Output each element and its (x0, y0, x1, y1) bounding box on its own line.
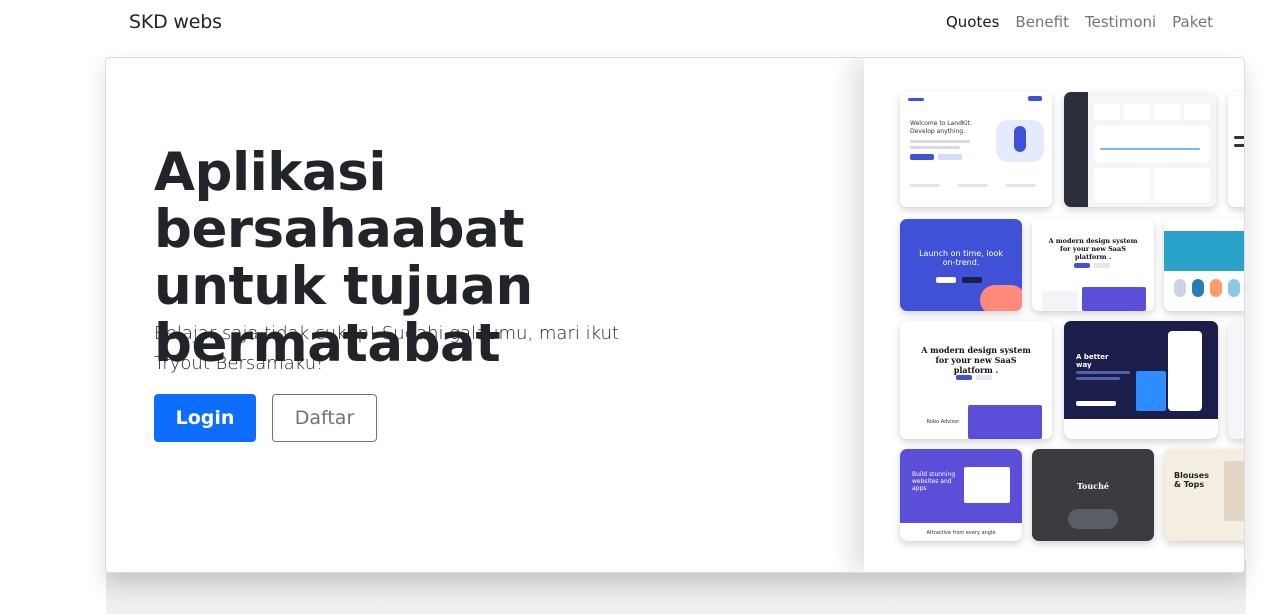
hero-title-line-1: Aplikasi bersahaabat (154, 142, 525, 260)
showcase-tile-fashion: Blouses & Tops (1164, 449, 1244, 541)
login-button[interactable]: Login (154, 394, 256, 442)
showcase-tile-launch: Launch on time, look on-trend. (900, 219, 1022, 311)
navbar: SKD webs Quotes Benefit Testimoni Paket (0, 0, 1282, 46)
nav-link-testimoni[interactable]: Testimoni (1085, 13, 1156, 31)
showcase-tile-partial-1 (1228, 92, 1244, 207)
showcase-tile-landkit-heading: Welcome to LandKit. Develop anything. (910, 120, 972, 135)
hero-card: Aplikasi bersahaabat untuk tujuan bermat… (105, 57, 1245, 573)
showcase-tile-saas-2-footer: Robo Advisor (926, 419, 960, 425)
nav-link-paket[interactable]: Paket (1172, 13, 1213, 31)
showcase-tile-partial-2 (1228, 321, 1244, 439)
nav-link-quotes[interactable]: Quotes (946, 13, 999, 31)
showcase-tile-builder: Build stunning websites and apps Attract… (900, 449, 1022, 541)
showcase-tile-saas-2-heading: A modern design system for your new SaaS… (921, 345, 1031, 375)
brand-logo[interactable]: SKD webs (129, 11, 222, 33)
showcase-tile-restaurant: Touché (1032, 449, 1154, 541)
hero-lead: Belajar saja tidak cukup! Sudahi galaumu… (154, 323, 619, 374)
showcase-tile-dashboard (1064, 92, 1216, 207)
showcase-tile-builder-heading: Build stunning websites and apps (912, 471, 956, 492)
nav-link-benefit[interactable]: Benefit (1015, 13, 1069, 31)
showcase-tile-landkit: Welcome to LandKit. Develop anything. (900, 92, 1052, 207)
showcase-tile-builder-footer: Attractive from every angle (926, 530, 996, 536)
template-showcase-image: Welcome to LandKit. Develop anything. La… (864, 58, 1244, 572)
showcase-tile-dark-app-heading: A better way (1076, 353, 1109, 369)
showcase-tile-saas-2: A modern design system for your new SaaS… (900, 321, 1052, 439)
showcase-tile-restaurant-heading: Touché (1077, 481, 1109, 491)
showcase-tile-dark-app: A better way (1064, 321, 1218, 439)
nav-links: Quotes Benefit Testimoni Paket (946, 13, 1213, 31)
showcase-tile-saas-1: A modern design system for your new SaaS… (1032, 219, 1154, 311)
showcase-tile-saas-1-heading: A modern design system for your new SaaS… (1048, 237, 1138, 261)
showcase-tile-fashion-heading: Blouses & Tops (1174, 471, 1209, 489)
daftar-button[interactable]: Daftar (272, 394, 377, 442)
showcase-tile-launch-heading: Launch on time, look on-trend. (919, 249, 1003, 267)
hero-title-line-2: untuk tujuan (154, 256, 533, 317)
showcase-tile-medical (1164, 219, 1244, 311)
